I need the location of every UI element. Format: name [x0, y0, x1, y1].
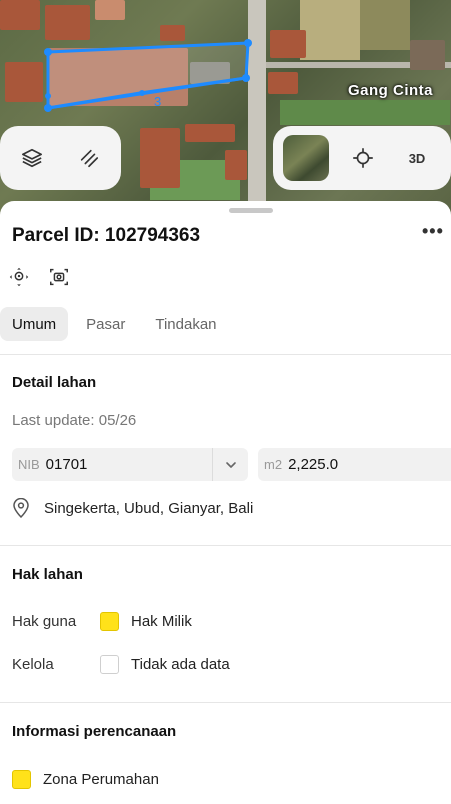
parcel-tools	[8, 266, 70, 288]
zone-row: Zona Perumahan	[12, 770, 159, 789]
tab-umum[interactable]: Umum	[0, 307, 69, 341]
parcel-detail-sheet: Parcel ID: 102794363 ••• Umum Pasar Tind…	[0, 201, 451, 804]
layers-button[interactable]	[18, 143, 47, 173]
address-row: Singekerta, Ubud, Gianyar, Bali	[12, 498, 253, 518]
rights-key: Hak guna	[12, 613, 77, 630]
map-view[interactable]: 3 Gang Cinta 3D	[0, 0, 451, 215]
section-title-detail: Detail lahan	[12, 374, 97, 391]
rights-key: Kelola	[12, 656, 54, 673]
map-tools-panel-left	[0, 126, 121, 190]
nib-field[interactable]: NIB 01701	[12, 448, 248, 481]
map-tools-panel-right: 3D	[273, 126, 451, 190]
divider	[0, 545, 451, 546]
focus-location-icon	[9, 267, 29, 287]
basemap-thumbnail-button[interactable]	[283, 135, 329, 181]
sheet-drag-handle[interactable]	[229, 208, 273, 213]
rights-value: Hak Milik	[131, 613, 192, 630]
nib-value: 01701	[45, 456, 88, 473]
location-pin-icon	[13, 498, 29, 518]
address-text: Singekerta, Ubud, Gianyar, Bali	[44, 499, 254, 517]
zoom-to-parcel-button[interactable]	[8, 266, 30, 288]
area-field: m2 2,225.0	[258, 448, 451, 481]
last-update-text: Last update: 05/26	[12, 412, 137, 429]
screenshot-button[interactable]	[48, 266, 70, 288]
locate-button[interactable]	[348, 143, 378, 173]
ruler-icon	[80, 149, 98, 168]
rights-row-kelola: Kelola Tidak ada data	[12, 655, 230, 674]
camera-scan-icon	[50, 268, 68, 286]
map-place-label: Gang Cinta	[348, 82, 434, 99]
color-swatch	[100, 612, 119, 631]
section-title-rights: Hak lahan	[12, 566, 83, 583]
measure-button[interactable]	[75, 143, 104, 173]
parcel-edge-number: 3	[154, 94, 161, 109]
color-swatch	[100, 655, 119, 674]
layers-icon	[22, 148, 43, 168]
parcel-title: Parcel ID: 102794363	[12, 225, 201, 246]
divider	[0, 702, 451, 703]
view-3d-button[interactable]: 3D	[397, 151, 437, 166]
tab-pasar[interactable]: Pasar	[74, 307, 137, 341]
parcel-vertex[interactable]	[139, 90, 145, 96]
chevron-down-icon[interactable]	[224, 458, 238, 472]
area-unit: m2	[264, 457, 283, 472]
divider	[0, 354, 451, 355]
parcel-vertex[interactable]	[242, 74, 250, 82]
parcel-vertex[interactable]	[244, 39, 252, 47]
crosshair-icon	[353, 148, 373, 168]
parcel-vertex[interactable]	[45, 93, 51, 99]
rights-value: Tidak ada data	[131, 656, 230, 673]
parcel-polygon[interactable]	[46, 41, 250, 110]
rights-row-hak-guna: Hak guna Hak Milik	[12, 612, 192, 631]
parcel-vertex[interactable]	[44, 48, 52, 56]
tab-tindakan[interactable]: Tindakan	[143, 307, 228, 341]
nib-prefix: NIB	[18, 457, 40, 472]
zone-label: Zona Perumahan	[43, 771, 159, 788]
parcel-tabs: Umum Pasar Tindakan	[0, 307, 229, 341]
more-options-button[interactable]: •••	[422, 221, 444, 242]
section-title-planning: Informasi perencanaan	[12, 723, 177, 740]
field-separator	[212, 448, 213, 481]
area-value: 2,225.0	[288, 456, 339, 473]
parcel-vertex[interactable]	[44, 104, 52, 112]
zone-color-swatch	[12, 770, 31, 789]
